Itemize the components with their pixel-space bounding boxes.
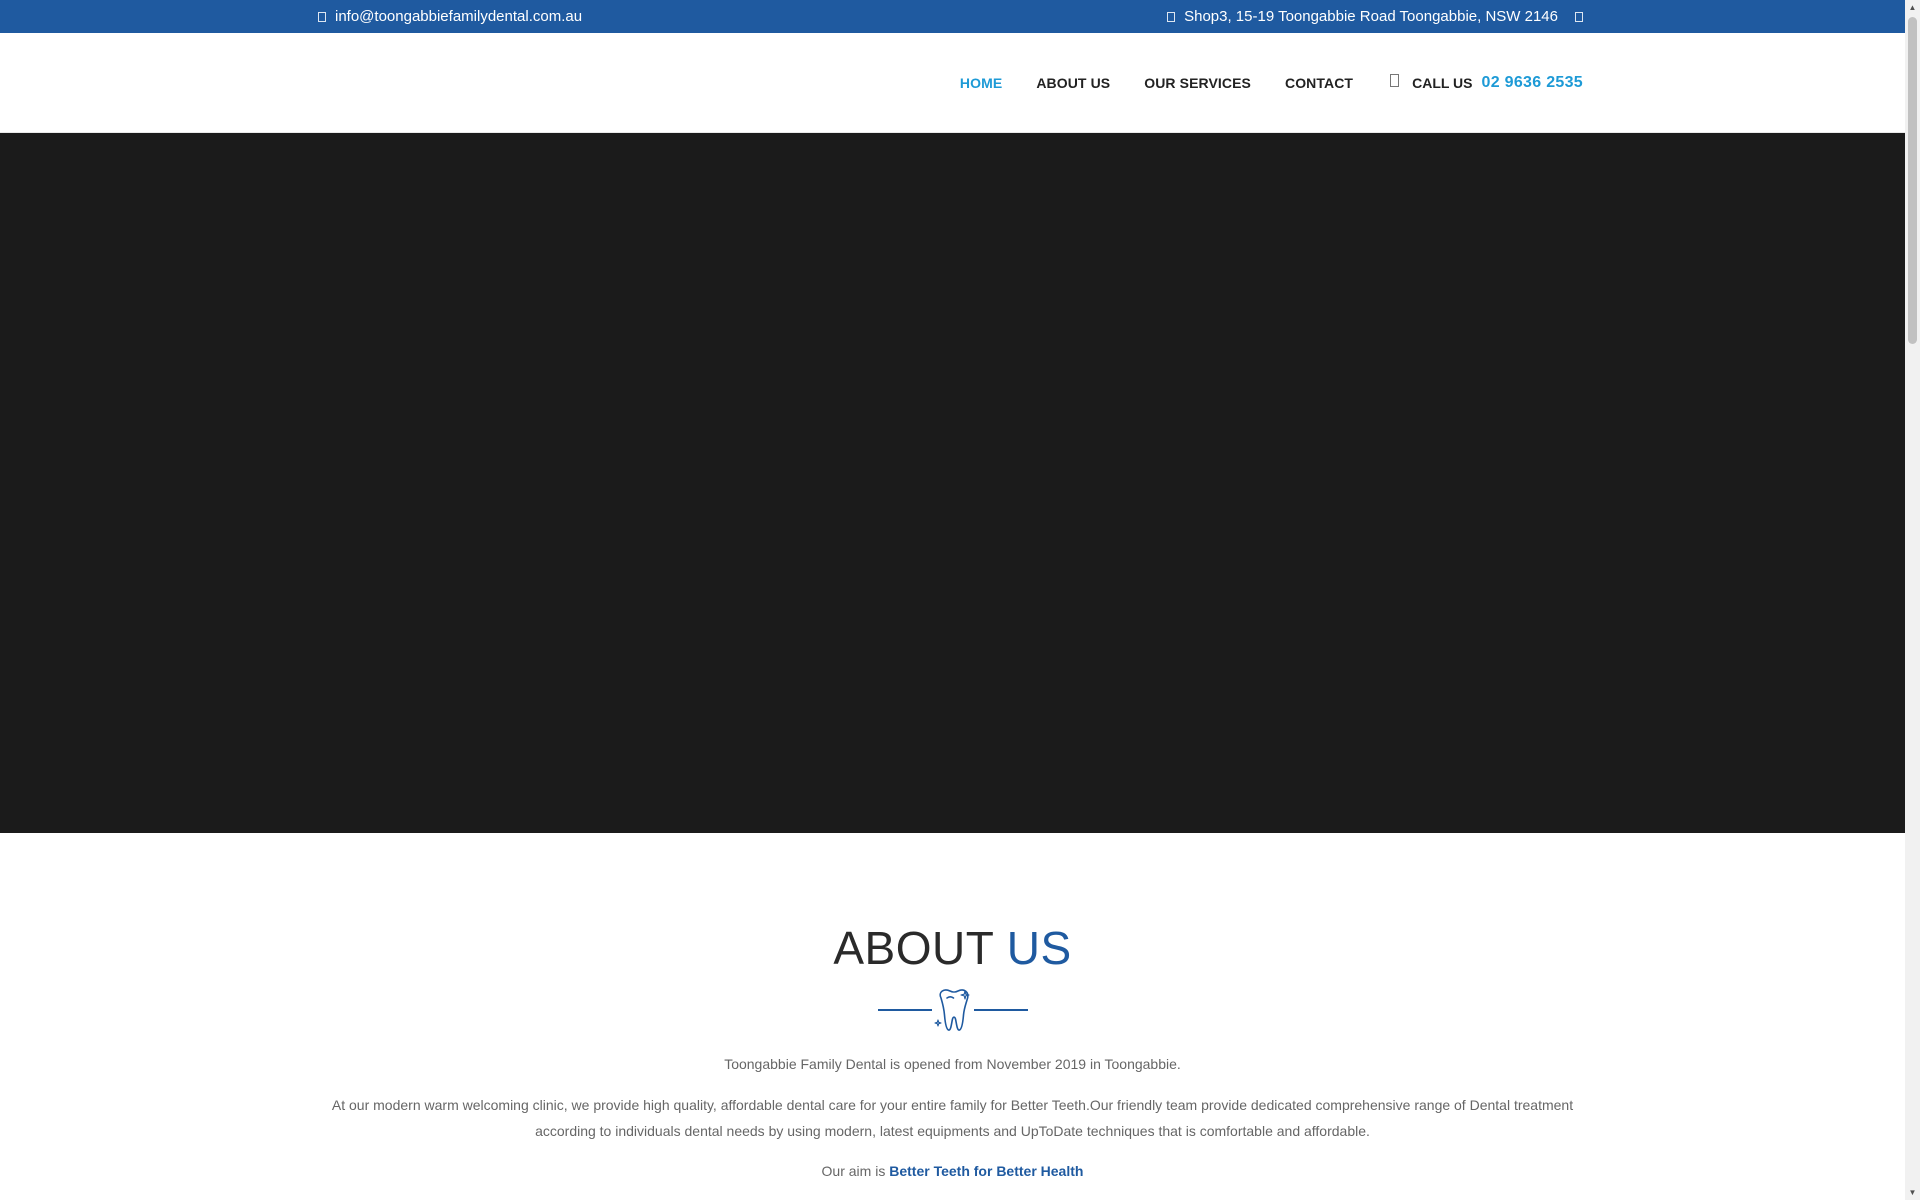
about-aim: Our aim is Better Teeth for Better Healt…: [320, 1158, 1585, 1184]
about-paragraph-opened: Toongabbie Family Dental is opened from …: [724, 1056, 1181, 1072]
nav-about-us[interactable]: ABOUT US: [1036, 75, 1110, 91]
topbar-email[interactable]: info@toongabbiefamilydental.com.au: [318, 0, 582, 33]
call-us-block[interactable]: CALL US 02 9636 2535: [1390, 74, 1583, 92]
map-marker-icon: [1167, 11, 1176, 22]
scroll-thumb[interactable]: [1908, 17, 1917, 344]
email-text[interactable]: info@toongabbiefamilydental.com.au: [335, 8, 582, 25]
aim-prefix: Our aim is: [821, 1163, 886, 1179]
hero-banner: [0, 133, 1905, 833]
about-section: ABOUT US Toongabbie Family Dental is ope…: [0, 833, 1905, 1200]
facebook-icon[interactable]: [1575, 11, 1583, 22]
envelope-icon: [318, 11, 326, 22]
address-text: Shop3, 15-19 Toongabbie Road Toongabbie,…: [1184, 8, 1558, 25]
nav-home[interactable]: HOME: [960, 75, 1002, 91]
about-title: ABOUT US: [0, 925, 1905, 971]
call-us-label: CALL US: [1412, 74, 1473, 91]
mobile-phone-icon: [1390, 74, 1400, 87]
main-nav: HOME ABOUT US OUR SERVICES CONTACT CALL …: [960, 33, 1583, 132]
call-us-number[interactable]: 02 9636 2535: [1482, 74, 1583, 92]
scroll-down-arrow-icon[interactable]: ▼: [1905, 1185, 1920, 1200]
topbar-address: Shop3, 15-19 Toongabbie Road Toongabbie,…: [1167, 0, 1583, 33]
nav-our-services[interactable]: OUR SERVICES: [1144, 75, 1251, 91]
scroll-up-arrow-icon[interactable]: ▲: [1905, 0, 1920, 15]
about-title-main: ABOUT: [833, 922, 994, 974]
page: info@toongabbiefamilydental.com.au Shop3…: [0, 0, 1905, 1200]
nav-contact[interactable]: CONTACT: [1285, 75, 1353, 91]
tooth-divider: [878, 989, 1028, 1031]
aim-highlight: Better Teeth for Better Health: [889, 1163, 1084, 1179]
about-paragraph-clinic: At our modern warm welcoming clinic, we …: [331, 1097, 1574, 1139]
tooth-icon: [934, 989, 970, 1031]
about-title-accent: US: [1006, 922, 1072, 974]
site-header: HOME ABOUT US OUR SERVICES CONTACT CALL …: [0, 33, 1905, 133]
top-bar: info@toongabbiefamilydental.com.au Shop3…: [0, 0, 1905, 33]
vertical-scrollbar[interactable]: ▲ ▼: [1905, 0, 1920, 1200]
